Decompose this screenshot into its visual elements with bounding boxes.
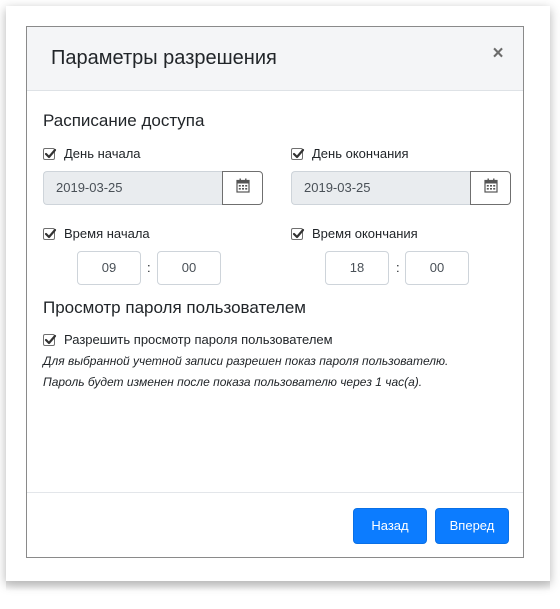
- dialog-title: Параметры разрешения: [51, 47, 277, 69]
- frame-shadow: [6, 581, 550, 591]
- end-day-label: День окончания: [312, 146, 409, 161]
- start-minutes-input[interactable]: 00: [157, 251, 221, 285]
- checkbox-checked-icon[interactable]: [43, 227, 57, 240]
- checkbox-checked-icon[interactable]: [43, 333, 57, 346]
- start-time-separator: :: [147, 260, 151, 275]
- checkbox-checked-icon[interactable]: [291, 227, 305, 240]
- start-time-label: Время начала: [64, 226, 150, 241]
- end-day-date-input[interactable]: 2019-03-25: [291, 171, 470, 205]
- start-day-calendar-button[interactable]: [222, 171, 263, 205]
- dialog-header: Параметры разрешения ×: [27, 27, 523, 91]
- checkbox-checked-icon[interactable]: [291, 147, 305, 160]
- end-time-separator: :: [396, 260, 400, 275]
- end-minutes-input[interactable]: 00: [405, 251, 469, 285]
- start-day-label: День начала: [64, 146, 141, 161]
- schedule-section-title: Расписание доступа: [43, 111, 205, 130]
- password-hint-line-2: Пароль будет изменен после показа пользо…: [43, 375, 423, 389]
- end-day-checkbox-row[interactable]: День окончания: [291, 146, 409, 161]
- checkbox-checked-icon[interactable]: [43, 147, 57, 160]
- end-hours-input[interactable]: 18: [325, 251, 389, 285]
- calendar-icon: [235, 178, 250, 198]
- end-time-checkbox-row[interactable]: Время окончания: [291, 226, 418, 241]
- start-hours-input[interactable]: 09: [77, 251, 141, 285]
- close-icon[interactable]: ×: [489, 44, 507, 63]
- start-time-checkbox-row[interactable]: Время начала: [43, 226, 150, 241]
- end-time-label: Время окончания: [312, 226, 418, 241]
- footer-divider: [27, 492, 523, 493]
- start-day-checkbox-row[interactable]: День начала: [43, 146, 141, 161]
- permission-settings-dialog: Параметры разрешения × Расписание доступ…: [26, 26, 524, 558]
- end-day-calendar-button[interactable]: [470, 171, 511, 205]
- password-hint-line-1: Для выбранной учетной записи разрешен по…: [43, 354, 449, 368]
- password-view-section-title: Просмотр пароля пользователем: [43, 298, 306, 317]
- allow-password-view-checkbox-row[interactable]: Разрешить просмотр пароля пользователем: [43, 332, 333, 347]
- back-button[interactable]: Назад: [353, 508, 427, 544]
- next-button[interactable]: Вперед: [435, 508, 509, 544]
- start-day-date-input[interactable]: 2019-03-25: [43, 171, 222, 205]
- allow-password-view-label: Разрешить просмотр пароля пользователем: [64, 332, 333, 347]
- calendar-icon: [483, 178, 498, 198]
